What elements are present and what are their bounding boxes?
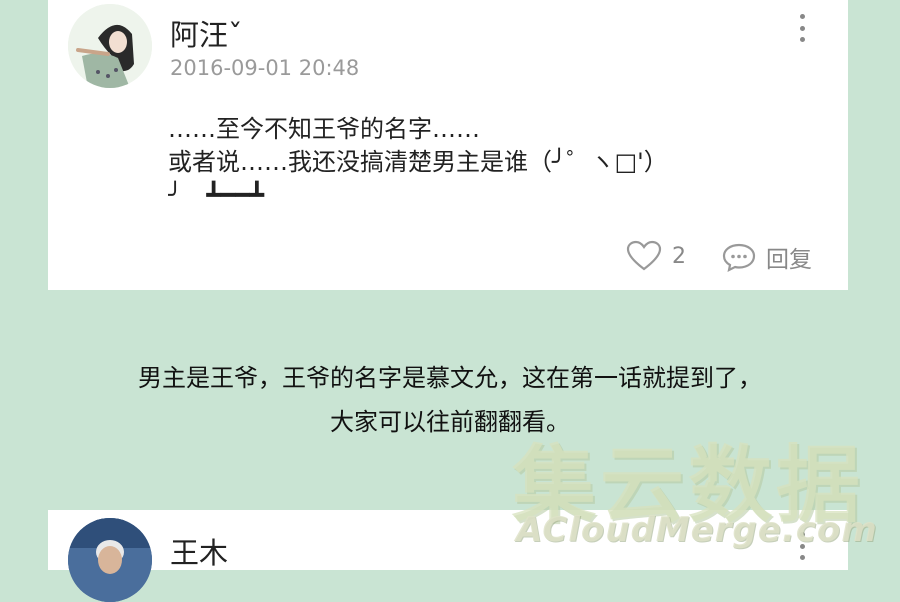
caption-line: 男主是王爷，王爷的名字是慕文允，这在第一话就提到了， [138,364,762,392]
watermark-url: ACloudMerge.com [516,510,878,550]
heart-icon [626,240,662,271]
comment-bubble-icon [722,243,756,272]
more-vertical-icon[interactable] [792,14,812,42]
reply-button[interactable]: 回复 [722,240,812,274]
avatar[interactable] [68,518,152,602]
like-button[interactable]: 2 [626,240,686,272]
username[interactable]: 阿汪ˇ [170,12,243,54]
avatar[interactable] [68,4,152,88]
comment-line: ……至今不知王爷的名字…… [168,115,480,143]
comment-text: ……至今不知王爷的名字…… 或者说……我还没搞清楚男主是谁（╯゜ヽ□'） ╯︵┻… [168,113,808,197]
username[interactable]: 王木 [170,530,228,572]
comment-line: ╯︵┻━━┻ [168,181,265,197]
comment-line: 或者说……我还没搞清楚男主是谁（╯゜ヽ□'） [168,148,668,176]
reply-label: 回复 [766,247,812,273]
post-timestamp: 2016-09-01 20:48 [170,56,360,80]
like-count: 2 [672,243,686,269]
